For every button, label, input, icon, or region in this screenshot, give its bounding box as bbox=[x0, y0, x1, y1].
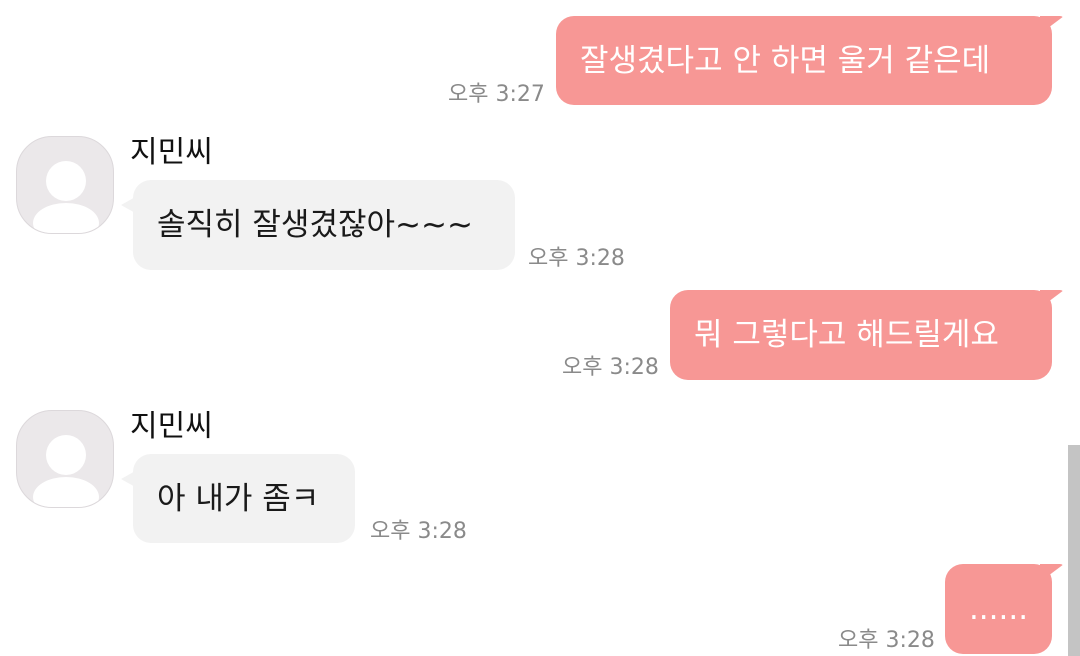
message-text: 뭐 그렇다고 해드릴게요 bbox=[694, 317, 999, 353]
message-bubble-outgoing[interactable]: 잘생겼다고 안 하면 울거 같은데 bbox=[556, 16, 1064, 105]
scrollbar[interactable] bbox=[1068, 445, 1080, 656]
message-bubble-outgoing[interactable]: 뭐 그렇다고 해드릴게요 bbox=[670, 290, 1064, 380]
message-text: ...... bbox=[968, 591, 1029, 627]
message-timestamp: 오후 3:28 bbox=[528, 246, 625, 271]
message-timestamp: 오후 3:28 bbox=[838, 628, 935, 653]
default-profile-icon bbox=[33, 161, 99, 233]
sender-avatar[interactable] bbox=[16, 136, 114, 234]
message-bubble-outgoing[interactable]: ...... bbox=[945, 564, 1064, 654]
message-text: 잘생겼다고 안 하면 울거 같은데 bbox=[580, 42, 991, 79]
sender-name: 지민씨 bbox=[130, 409, 213, 444]
message-timestamp: 오후 3:28 bbox=[370, 519, 467, 544]
message-bubble-incoming[interactable]: 아 내가 좀ㅋ bbox=[121, 454, 355, 543]
message-timestamp: 오후 3:27 bbox=[448, 82, 545, 107]
message-text: 아 내가 좀ㅋ bbox=[157, 480, 320, 517]
message-timestamp: 오후 3:28 bbox=[562, 355, 659, 380]
message-bubble-incoming[interactable]: 솔직히 잘생겼잖아~~~ bbox=[121, 180, 515, 270]
message-text: 솔직히 잘생겼잖아~~~ bbox=[157, 207, 473, 243]
sender-name: 지민씨 bbox=[130, 135, 213, 170]
chat-window: 잘생겼다고 안 하면 울거 같은데 오후 3:27 지민씨 솔직히 잘생겼잖아~… bbox=[0, 0, 1080, 656]
default-profile-icon bbox=[33, 435, 99, 507]
sender-avatar[interactable] bbox=[16, 410, 114, 508]
